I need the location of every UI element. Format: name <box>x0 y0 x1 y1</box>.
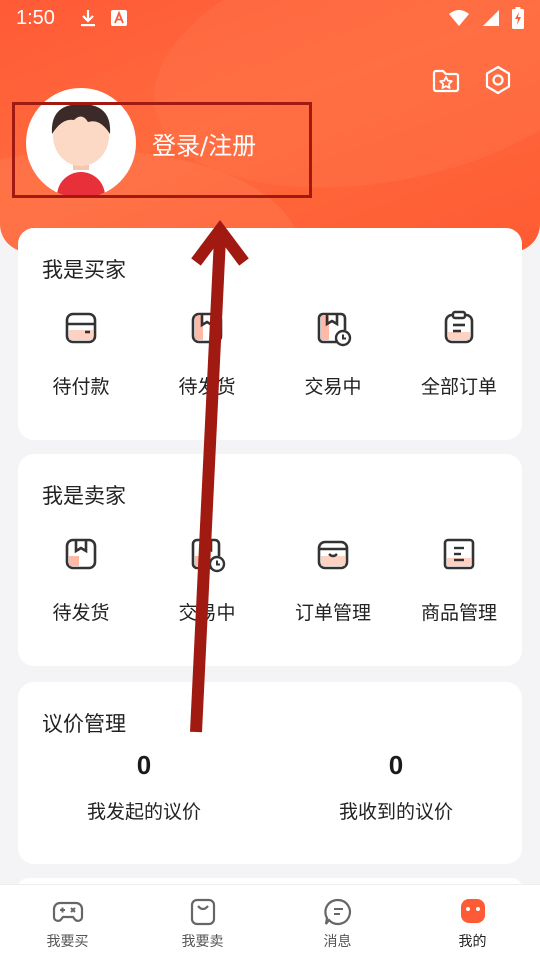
negotiation-initiated[interactable]: 0 我发起的议价 <box>18 750 270 824</box>
box-icon <box>317 540 349 570</box>
status-time: 1:50 <box>16 6 55 29</box>
received-count: 0 <box>388 750 404 780</box>
grid-item-label: 全部订单 <box>420 376 497 398</box>
tab-mine[interactable]: 我的 <box>405 885 540 960</box>
wifi-icon <box>449 10 469 26</box>
bottom-tab-bar: 我要买 我要卖 消息 我的 <box>0 884 540 960</box>
tab-label: 我的 <box>458 934 487 950</box>
buyer-pending-payment[interactable]: 待付款 <box>18 308 144 399</box>
buyer-pending-shipment[interactable]: 待发货 <box>144 308 270 399</box>
grid-item-label: 待发货 <box>178 376 236 398</box>
profile-icon <box>460 899 485 923</box>
battery-icon <box>512 7 524 29</box>
seller-pending-shipment[interactable]: 待发货 <box>18 534 144 625</box>
bag-icon <box>190 898 215 926</box>
package-icon <box>191 312 223 344</box>
download-icon <box>80 10 95 27</box>
grid-item-label: 商品管理 <box>420 602 497 624</box>
grid-item-label: 交易中 <box>304 376 362 398</box>
chat-icon <box>323 898 351 926</box>
initiated-count: 0 <box>136 750 152 780</box>
buyer-card: 我是买家 待付款 待发货 交易中 全部订单 <box>18 228 522 440</box>
package-icon <box>65 538 97 570</box>
seller-card: 我是卖家 待发货 交易中 订单管理 商品管理 <box>18 454 522 666</box>
initiated-label: 我发起的议价 <box>86 801 201 823</box>
package-clock-icon <box>191 538 226 573</box>
grid-item-label: 交易中 <box>178 602 236 624</box>
tab-messages[interactable]: 消息 <box>270 885 405 960</box>
tab-label: 我要卖 <box>181 934 224 950</box>
seller-in-transaction[interactable]: 交易中 <box>144 534 270 625</box>
seller-product-management[interactable]: 商品管理 <box>396 534 522 625</box>
received-label: 我收到的议价 <box>338 801 453 823</box>
list-doc-icon <box>443 538 475 570</box>
gamepad-icon <box>52 901 83 922</box>
tab-label: 消息 <box>323 934 352 950</box>
app-a-icon <box>110 10 127 26</box>
buyer-title: 我是买家 <box>42 258 126 282</box>
status-bar: 1:50 <box>0 0 540 36</box>
tab-buy[interactable]: 我要买 <box>0 885 135 960</box>
grid-item-label: 订单管理 <box>294 602 371 624</box>
settings-icon[interactable] <box>482 64 514 96</box>
seller-order-management[interactable]: 订单管理 <box>270 534 396 625</box>
clipboard-icon <box>444 310 474 344</box>
negotiation-card: 议价管理 0 我发起的议价 0 我收到的议价 <box>18 682 522 864</box>
buyer-in-transaction[interactable]: 交易中 <box>270 308 396 399</box>
package-clock-icon <box>317 312 352 347</box>
tab-label: 我要买 <box>46 934 89 950</box>
signal-icon <box>483 10 499 26</box>
tab-sell[interactable]: 我要卖 <box>135 885 270 960</box>
favorites-icon[interactable] <box>430 64 462 96</box>
seller-title: 我是卖家 <box>42 484 126 508</box>
wallet-icon <box>65 312 97 344</box>
annotation-highlight-box <box>12 102 312 198</box>
negotiation-title: 议价管理 <box>42 712 126 736</box>
grid-item-label: 待付款 <box>52 376 110 398</box>
grid-item-label: 待发货 <box>52 602 110 624</box>
negotiation-received[interactable]: 0 我收到的议价 <box>270 750 522 824</box>
buyer-all-orders[interactable]: 全部订单 <box>396 308 522 399</box>
